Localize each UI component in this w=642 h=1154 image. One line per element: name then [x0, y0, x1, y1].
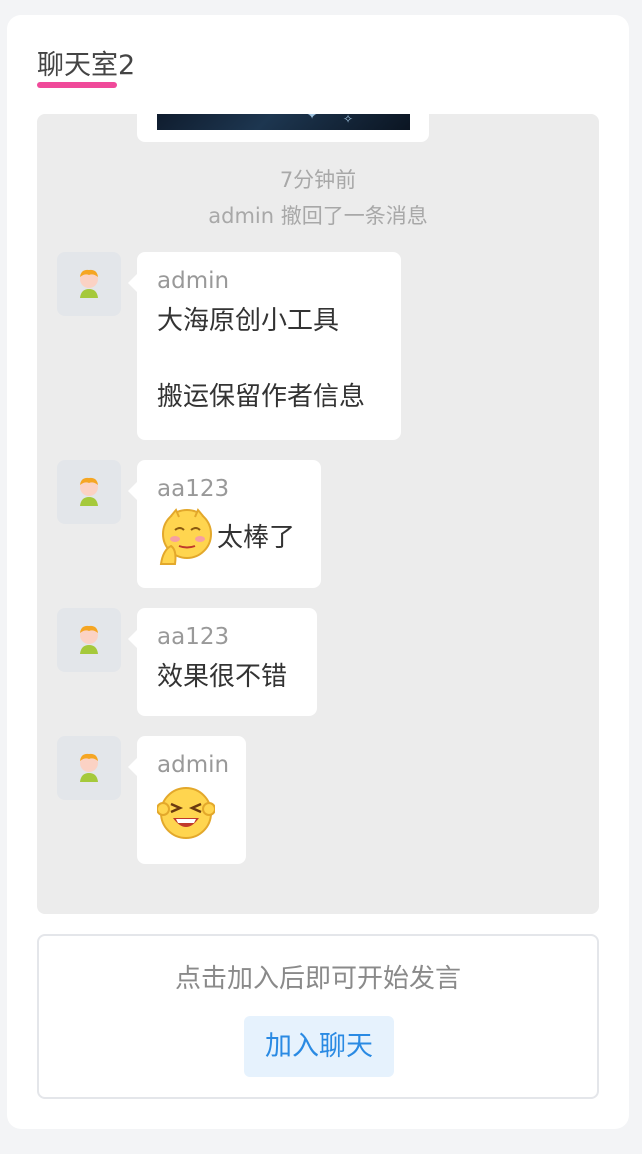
shy-face-emoji-icon — [159, 508, 212, 565]
page-title: 聊天室2 — [37, 50, 136, 81]
user-avatar-icon — [80, 753, 98, 782]
message-bubble[interactable]: admin 大海原创小工具 搬运保留作者信息 — [128, 252, 401, 440]
message-text: 效果很不错 — [157, 662, 288, 692]
active-tab-indicator — [37, 82, 117, 88]
avatar[interactable] — [57, 608, 121, 672]
user-avatar-icon — [80, 269, 98, 298]
avatar[interactable] — [57, 252, 121, 316]
image-message-bubble[interactable]: ✦ ✧ — [137, 114, 429, 142]
user-avatar-icon — [80, 477, 98, 506]
sender-name: aa123 — [157, 624, 230, 650]
avatar[interactable] — [57, 736, 121, 800]
message-text: 大海原创小工具 搬运保留作者信息 — [157, 306, 366, 412]
recall-notice: admin 撤回了一条消息 — [208, 204, 428, 228]
sender-name: aa123 — [157, 476, 230, 502]
user-avatar-icon — [80, 625, 98, 654]
sender-name: admin — [157, 752, 230, 778]
laughing-face-emoji-icon — [157, 787, 215, 839]
sender-name: admin — [157, 268, 230, 294]
message-list[interactable]: ✦ ✧ 7分钟前 admin 撤回了一条消息 admin 大海原创小工具 搬运保… — [37, 114, 599, 914]
message-bubble[interactable]: aa123 效果很不错 — [128, 608, 317, 716]
join-chat-button[interactable]: 加入聊天 — [244, 1016, 394, 1077]
message-timestamp: 7分钟前 — [279, 168, 357, 192]
chat-room-card: 聊天室2 ✦ ✧ 7分钟前 admin 撤回了一条消息 admin 大海原创小工… — [7, 15, 629, 1129]
message-bubble[interactable]: admin — [128, 736, 246, 864]
message-text: 太棒了 — [217, 523, 296, 553]
join-hint: 点击加入后即可开始发言 — [174, 964, 461, 994]
join-panel: 点击加入后即可开始发言 加入聊天 — [37, 934, 599, 1099]
image-thumbnail[interactable]: ✦ ✧ — [157, 114, 410, 130]
avatar[interactable] — [57, 460, 121, 524]
message-bubble[interactable]: aa123 太棒了 — [128, 460, 321, 588]
